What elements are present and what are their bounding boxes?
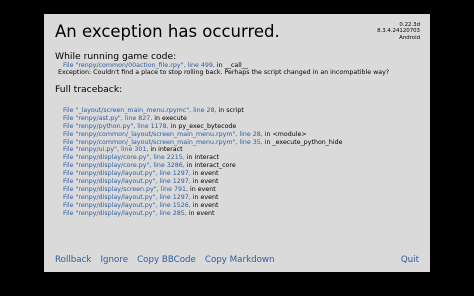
traceback-file-link[interactable]: File "renpy/common/_layout/screen_main_m… xyxy=(63,139,263,146)
full-traceback-heading: Full traceback: xyxy=(55,84,123,95)
while-running-heading: While running game code: xyxy=(55,51,177,62)
traceback-location: in event xyxy=(190,170,219,178)
frame-file-link[interactable]: File "renpy/common/00action_file.rpy", l… xyxy=(63,62,215,69)
traceback-row: File "renpy/display/layout.py", line 285… xyxy=(63,210,423,217)
traceback-row: File "renpy/common/_layout/screen_main_m… xyxy=(63,139,423,147)
frame-line: File "renpy/common/00action_file.rpy", l… xyxy=(63,62,248,69)
traceback-location: in script xyxy=(216,107,244,114)
traceback-row: File "renpy/ast.py", line 827, in execut… xyxy=(63,115,423,123)
traceback-file-link[interactable]: File "renpy/common/_layout/screen_main_m… xyxy=(63,131,263,138)
traceback-file-link[interactable]: File "renpy/display/layout.py", line 129… xyxy=(63,178,191,185)
traceback-file-link[interactable]: File "renpy/display/core.py", line 3286, xyxy=(63,162,185,169)
traceback-row: File "renpy/display/core.py", line 3286,… xyxy=(63,162,423,170)
copy-markdown-button[interactable]: Copy Markdown xyxy=(205,255,275,265)
traceback-row: File "renpy/common/_layout/screen_main_m… xyxy=(63,131,423,139)
traceback-row: File "renpy/display/layout.py", line 152… xyxy=(63,202,423,210)
exception-screen: An exception has occurred. 0.22.3d 8.3.4… xyxy=(44,14,430,272)
version-line: 8.3.4.24120703 xyxy=(377,28,420,35)
exception-message: Exception: Couldn't find a place to stop… xyxy=(58,69,390,76)
traceback-file-link[interactable]: File "renpy/display/core.py", line 2215, xyxy=(63,154,185,161)
quit-button[interactable]: Quit xyxy=(401,255,419,265)
traceback-row: File "renpy/display/screen.py", line 791… xyxy=(63,186,423,194)
traceback-row: File "_layout/screen_main_menu.rpymc", l… xyxy=(63,107,423,115)
version-line: Android xyxy=(399,34,420,41)
traceback-file-link[interactable]: File "renpy/display/screen.py", line 791… xyxy=(63,186,188,193)
traceback-location: in py_exec_bytecode xyxy=(168,122,237,130)
traceback-row: File "renpy/ui.py", line 301, in interac… xyxy=(63,146,423,154)
traceback-file-link[interactable]: File "renpy/display/layout.py", line 285… xyxy=(63,210,187,217)
traceback-list: File "_layout/screen_main_menu.rpymc", l… xyxy=(63,107,423,217)
traceback-location: in execute xyxy=(152,114,187,122)
traceback-location: in _execute_python_hide xyxy=(262,138,343,146)
traceback-location: in event xyxy=(190,193,219,201)
traceback-location: in <module> xyxy=(262,130,307,138)
traceback-location: in event xyxy=(188,185,216,193)
traceback-file-link[interactable]: File "renpy/display/layout.py", line 152… xyxy=(63,202,191,209)
traceback-file-link[interactable]: File "renpy/ast.py", line 827, xyxy=(63,115,152,122)
ignore-button[interactable]: Ignore xyxy=(100,255,128,265)
traceback-row: File "renpy/display/layout.py", line 129… xyxy=(63,178,423,186)
frame-rest: in __call__ xyxy=(214,61,249,69)
action-bar: Rollback Ignore Copy BBCode Copy Markdown xyxy=(55,255,284,265)
version-info: 0.22.3d 8.3.4.24120703 Android xyxy=(377,22,420,41)
traceback-location: in event xyxy=(190,178,219,186)
traceback-file-link[interactable]: File "renpy/display/layout.py", line 129… xyxy=(63,170,191,177)
traceback-location: in event xyxy=(186,209,215,217)
traceback-location: in interact_core xyxy=(184,162,236,170)
traceback-row: File "renpy/display/layout.py", line 129… xyxy=(63,170,423,178)
traceback-location: in interact xyxy=(148,146,183,154)
traceback-file-link[interactable]: File "renpy/python.py", line 1178, xyxy=(63,123,169,130)
traceback-row: File "renpy/python.py", line 1178, in py… xyxy=(63,123,423,131)
traceback-file-link[interactable]: File "renpy/display/layout.py", line 129… xyxy=(63,194,191,201)
traceback-location: in event xyxy=(190,201,219,209)
traceback-row: File "renpy/display/layout.py", line 129… xyxy=(63,194,423,202)
traceback-file-link[interactable]: File "renpy/ui.py", line 301, xyxy=(63,146,148,153)
copy-bbcode-button[interactable]: Copy BBCode xyxy=(137,255,196,265)
page-title: An exception has occurred. xyxy=(55,22,280,41)
traceback-location: in interact xyxy=(184,154,219,162)
traceback-file-link[interactable]: File "_layout/screen_main_menu.rpymc", l… xyxy=(63,107,217,114)
traceback-row: File "renpy/display/core.py", line 2215,… xyxy=(63,154,423,162)
rollback-button[interactable]: Rollback xyxy=(55,255,91,265)
